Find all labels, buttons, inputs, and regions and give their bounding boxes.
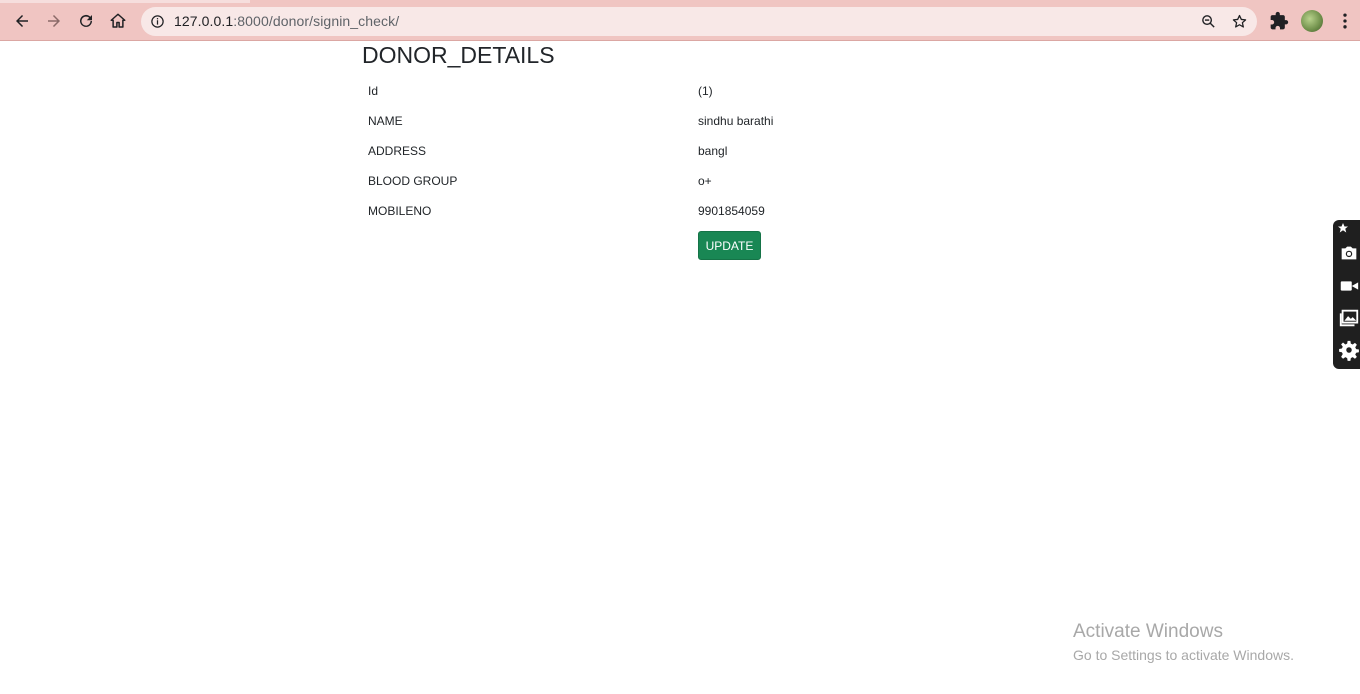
home-button[interactable] (105, 8, 131, 34)
url-host: 127.0.0.1 (174, 13, 234, 29)
gallery-icon[interactable] (1338, 307, 1360, 329)
row-label: NAME (368, 114, 403, 128)
donor-details-table: Id (1) NAME sindhu barathi ADDRESS bangl… (362, 76, 779, 226)
row-label: MOBILENO (368, 204, 432, 218)
forward-button[interactable] (41, 8, 67, 34)
reload-button[interactable] (73, 8, 99, 34)
table-row: BLOOD GROUP o+ (362, 166, 779, 196)
pin-icon[interactable] (1337, 222, 1349, 234)
active-tab-edge (0, 0, 250, 3)
update-button[interactable]: UPDATE (698, 231, 761, 260)
reload-icon (80, 14, 92, 27)
capture-side-widget (1333, 220, 1360, 369)
table-row: NAME sindhu barathi (362, 106, 779, 136)
watermark-subtitle: Go to Settings to activate Windows. (1073, 647, 1294, 663)
forward-arrow-icon (48, 15, 60, 27)
table-row: Id (1) (362, 76, 779, 106)
watermark-title: Activate Windows (1073, 621, 1223, 642)
home-icon (110, 13, 126, 28)
back-button[interactable] (9, 8, 35, 34)
kebab-menu-icon[interactable] (1335, 11, 1355, 31)
url-text[interactable]: 127.0.0.1:8000/donor/signin_check/ (174, 13, 399, 29)
row-label: Id (368, 84, 379, 98)
back-arrow-icon (16, 15, 28, 27)
site-info-icon[interactable] (150, 14, 165, 29)
row-label: BLOOD GROUP (368, 174, 458, 188)
row-value: bangl (698, 144, 728, 158)
browser-toolbar: 127.0.0.1:8000/donor/signin_check/ (0, 0, 1360, 41)
row-value: sindhu barathi (698, 114, 774, 128)
table-row: MOBILENO 9901854059 (362, 196, 779, 226)
settings-gear-icon[interactable] (1338, 339, 1360, 361)
address-bar[interactable]: 127.0.0.1:8000/donor/signin_check/ (141, 7, 1257, 36)
activate-windows-watermark: Activate Windows Go to Settings to activ… (1073, 621, 1294, 665)
star-icon[interactable] (1231, 13, 1248, 30)
video-icon[interactable] (1338, 275, 1360, 297)
profile-avatar[interactable] (1301, 10, 1323, 32)
puzzle-icon[interactable] (1269, 11, 1289, 31)
camera-icon[interactable] (1338, 242, 1360, 264)
row-value: 9901854059 (698, 204, 765, 218)
row-value: o+ (698, 174, 712, 188)
table-row: ADDRESS bangl (362, 136, 779, 166)
row-label: ADDRESS (368, 144, 427, 158)
row-value: (1) (698, 84, 713, 98)
zoom-icon[interactable] (1200, 13, 1217, 30)
page-title: DONOR_DETAILS (362, 42, 555, 68)
url-path: :8000/donor/signin_check/ (233, 13, 400, 29)
